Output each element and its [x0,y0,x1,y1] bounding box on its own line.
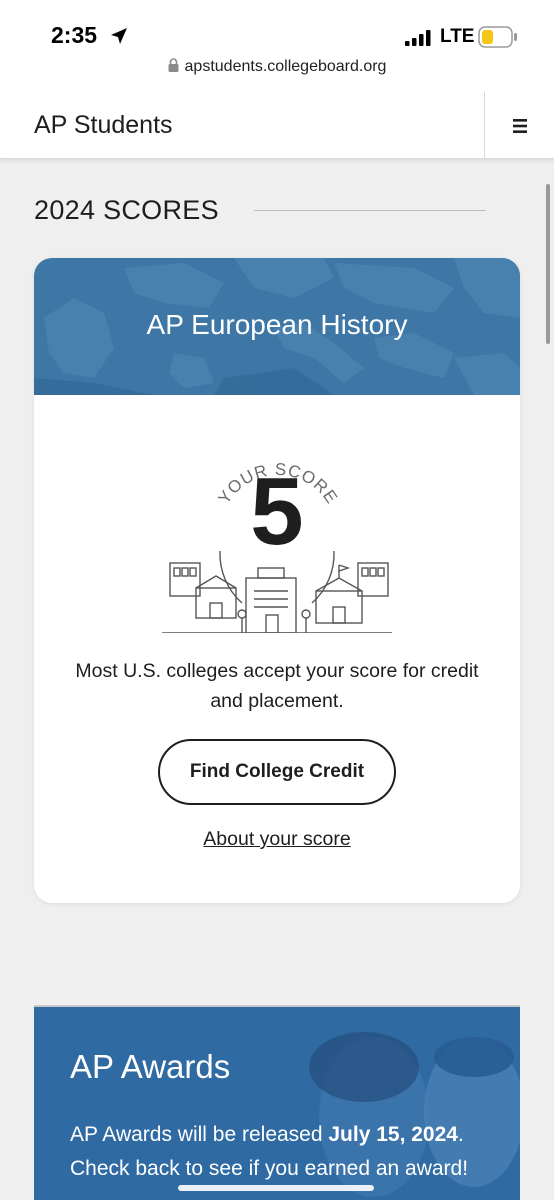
college-buildings-icon [162,562,392,633]
site-header: AP Students [0,92,554,159]
battery-icon [478,26,517,48]
home-indicator[interactable] [178,1185,374,1191]
network-type: LTE [440,26,475,47]
find-college-credit-button[interactable]: Find College Credit [158,739,396,805]
url-bar[interactable]: apstudents.collegeboard.org [0,58,554,76]
about-your-score-link[interactable]: About your score [34,828,520,851]
section-divider [254,210,486,211]
scrollbar[interactable] [546,184,550,344]
status-time: 2:35 [51,22,98,48]
status-bar: 2:35 LTE apstudents.collegeboard.org [0,0,554,92]
awards-release-date: July 15, 2024 [328,1123,458,1146]
score-card: AP European History YOUR SCORE 5 Most U.… [34,258,520,903]
location-arrow-icon [111,28,127,44]
awards-text-start: AP Awards will be released [70,1123,329,1146]
score-value: 5 [250,458,304,565]
awards-text: AP Awards will be released July 15, 2024… [70,1118,490,1186]
lock-icon [168,58,179,72]
score-message: Most U.S. colleges accept your score for… [75,660,479,712]
page: 2:35 LTE apstudents.collegeboard.org AP … [0,0,554,1200]
course-name: AP European History [146,309,408,340]
awards-card: AP Awards AP Awards will be released Jul… [34,1005,520,1200]
card-banner: AP European History [34,258,520,395]
section-title: 2024 SCORES [34,195,219,225]
url-text: apstudents.collegeboard.org [184,58,387,75]
hamburger-menu-icon [512,118,527,133]
signal-icon [405,30,431,46]
site-title[interactable]: AP Students [34,111,173,140]
menu-button[interactable] [485,92,554,159]
awards-title: AP Awards [70,1048,231,1085]
